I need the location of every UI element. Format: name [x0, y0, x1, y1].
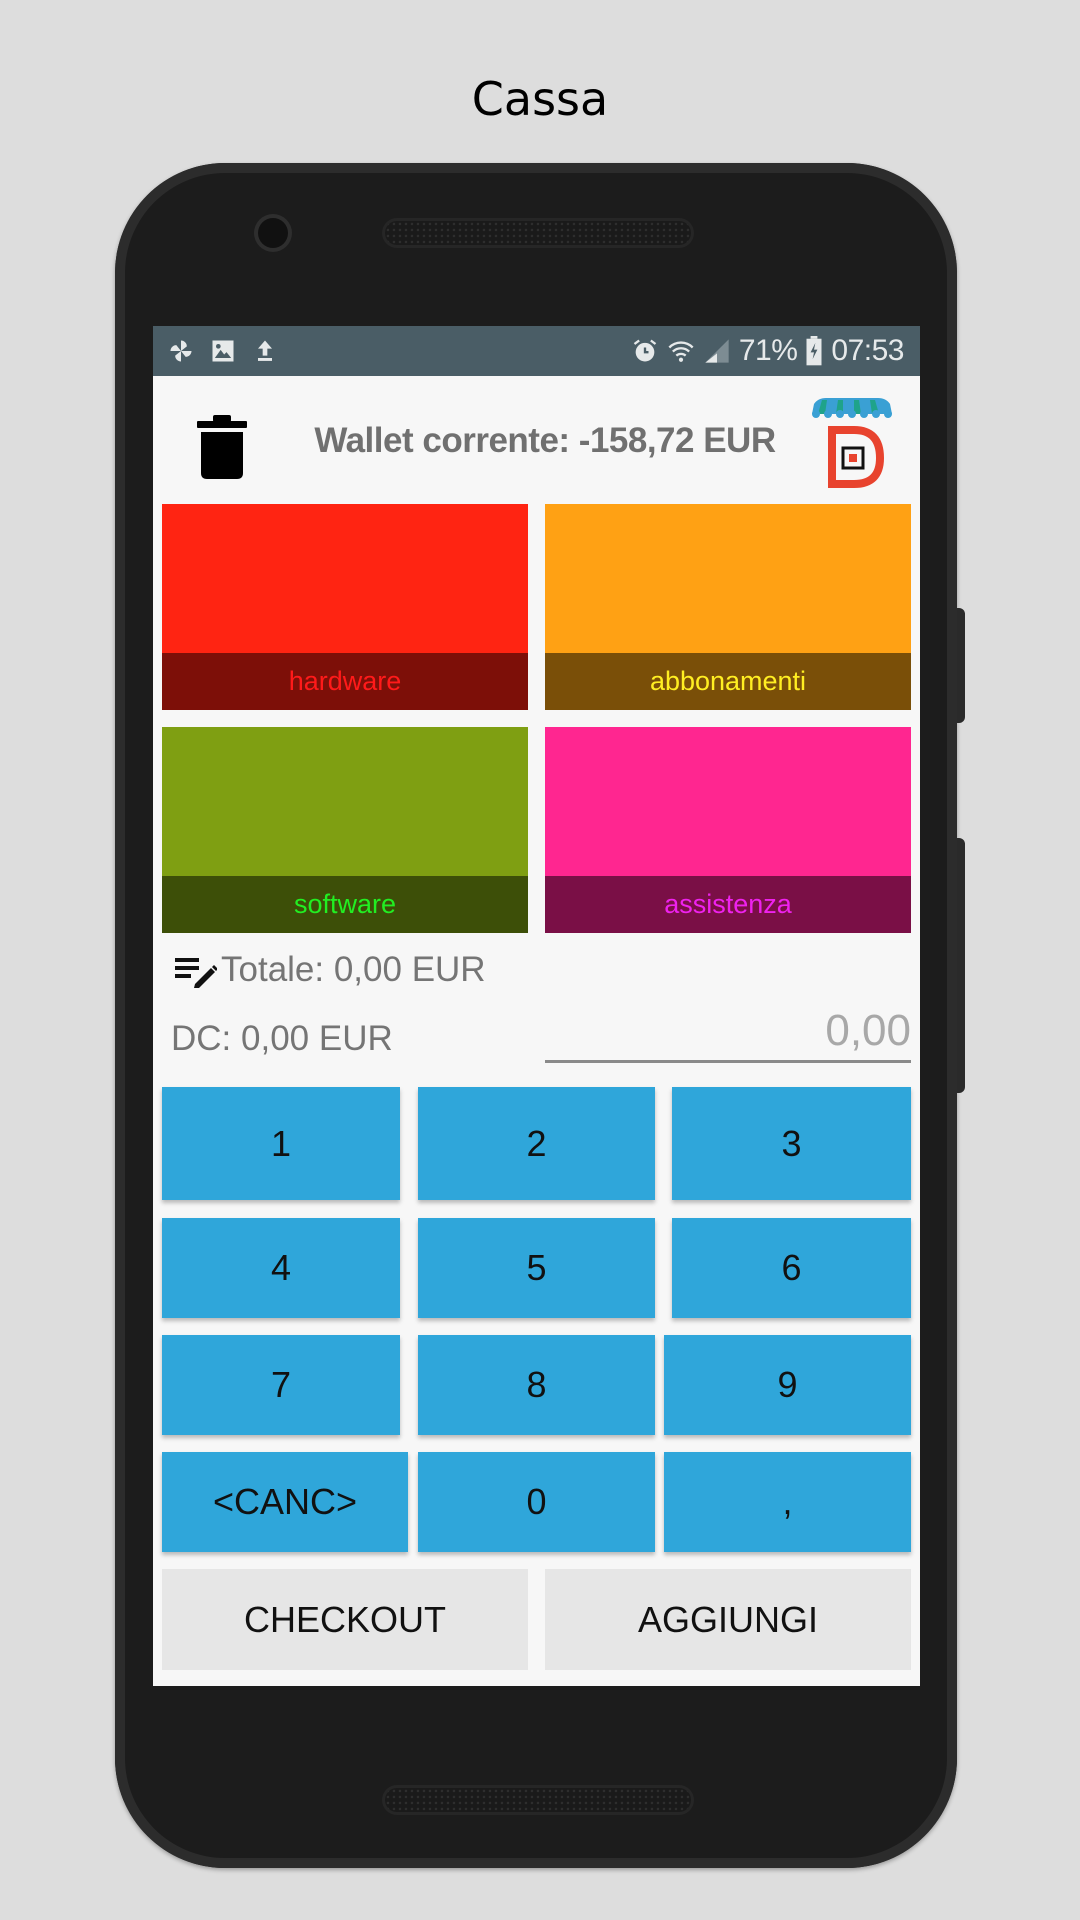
phone-side-button-upper: [957, 608, 965, 723]
key-label: ,: [782, 1481, 793, 1522]
category-label: hardware: [288, 666, 402, 696]
store-logo-icon[interactable]: [810, 396, 894, 488]
pinwheel-icon: [170, 340, 192, 362]
battery-percent: 71%: [738, 334, 798, 367]
phone-side-button-lower: [957, 838, 965, 1093]
signal-icon: [705, 339, 729, 363]
key-comma[interactable]: ,: [664, 1452, 911, 1552]
key-8[interactable]: 8: [418, 1335, 655, 1435]
key-label: <CANC>: [212, 1481, 358, 1522]
category-label: assistenza: [664, 889, 792, 919]
checkout-button[interactable]: CHECKOUT: [162, 1569, 528, 1670]
dc-label: DC: 0,00 EUR: [171, 1019, 393, 1058]
upload-icon: [258, 340, 272, 361]
category-label-band: hardware: [162, 653, 528, 710]
key-label: 5: [526, 1247, 547, 1288]
trash-icon[interactable]: [197, 413, 247, 479]
category-tile-assistenza[interactable]: assistenza: [545, 727, 911, 933]
key-label: 3: [781, 1122, 802, 1164]
wifi-icon: [668, 341, 694, 362]
key-label: 2: [526, 1122, 547, 1164]
category-label-band: abbonamenti: [545, 653, 911, 710]
totale-label: Totale: 0,00 EUR: [221, 950, 486, 989]
aggiungi-button[interactable]: AGGIUNGI: [545, 1569, 911, 1670]
key-label: 7: [270, 1364, 292, 1405]
category-tile-hardware[interactable]: hardware: [162, 504, 528, 710]
key-1[interactable]: 1: [162, 1087, 400, 1200]
battery-charging-icon: [806, 336, 822, 366]
page-title: Cassa: [471, 72, 609, 126]
aggiungi-label: AGGIUNGI: [637, 1598, 819, 1640]
key-4[interactable]: 4: [162, 1218, 400, 1318]
key-label: 4: [270, 1247, 292, 1288]
key-label: 9: [777, 1364, 798, 1405]
app-screen: 71% 07:53 Wallet corrente: -158,72 EUR h…: [153, 326, 920, 1686]
key-3[interactable]: 3: [672, 1087, 911, 1200]
app-header: Wallet corrente: -158,72 EUR: [153, 376, 920, 500]
category-tile-software[interactable]: software: [162, 727, 528, 933]
key-label: 8: [526, 1364, 547, 1405]
key-5[interactable]: 5: [418, 1218, 655, 1318]
key-label: 1: [270, 1122, 292, 1164]
key-0[interactable]: 0: [418, 1452, 655, 1552]
totale-row[interactable]: Totale: 0,00 EUR: [173, 950, 486, 990]
front-camera: [258, 218, 288, 248]
key-label: 0: [526, 1481, 547, 1522]
image-icon: [212, 340, 234, 362]
category-label-band: software: [162, 876, 528, 933]
earpiece-speaker: [385, 221, 691, 245]
amount-input[interactable]: [545, 1002, 911, 1063]
key-canc[interactable]: <CANC>: [162, 1452, 408, 1552]
checkout-label: CHECKOUT: [243, 1598, 446, 1640]
clock: 07:53: [831, 334, 904, 367]
category-label: software: [293, 889, 397, 919]
bottom-speaker: [385, 1788, 691, 1812]
key-9[interactable]: 9: [664, 1335, 911, 1435]
category-tile-abbonamenti[interactable]: abbonamenti: [545, 504, 911, 710]
wallet-balance: Wallet corrente: -158,72 EUR: [314, 421, 776, 460]
status-bar: 71% 07:53: [153, 326, 920, 376]
alarm-icon: [633, 339, 657, 362]
list-edit-icon[interactable]: [173, 952, 217, 988]
category-label-band: assistenza: [545, 876, 911, 933]
category-label: abbonamenti: [649, 666, 807, 696]
key-6[interactable]: 6: [672, 1218, 911, 1318]
key-label: 6: [781, 1247, 802, 1288]
key-7[interactable]: 7: [162, 1335, 400, 1435]
key-2[interactable]: 2: [418, 1087, 655, 1200]
